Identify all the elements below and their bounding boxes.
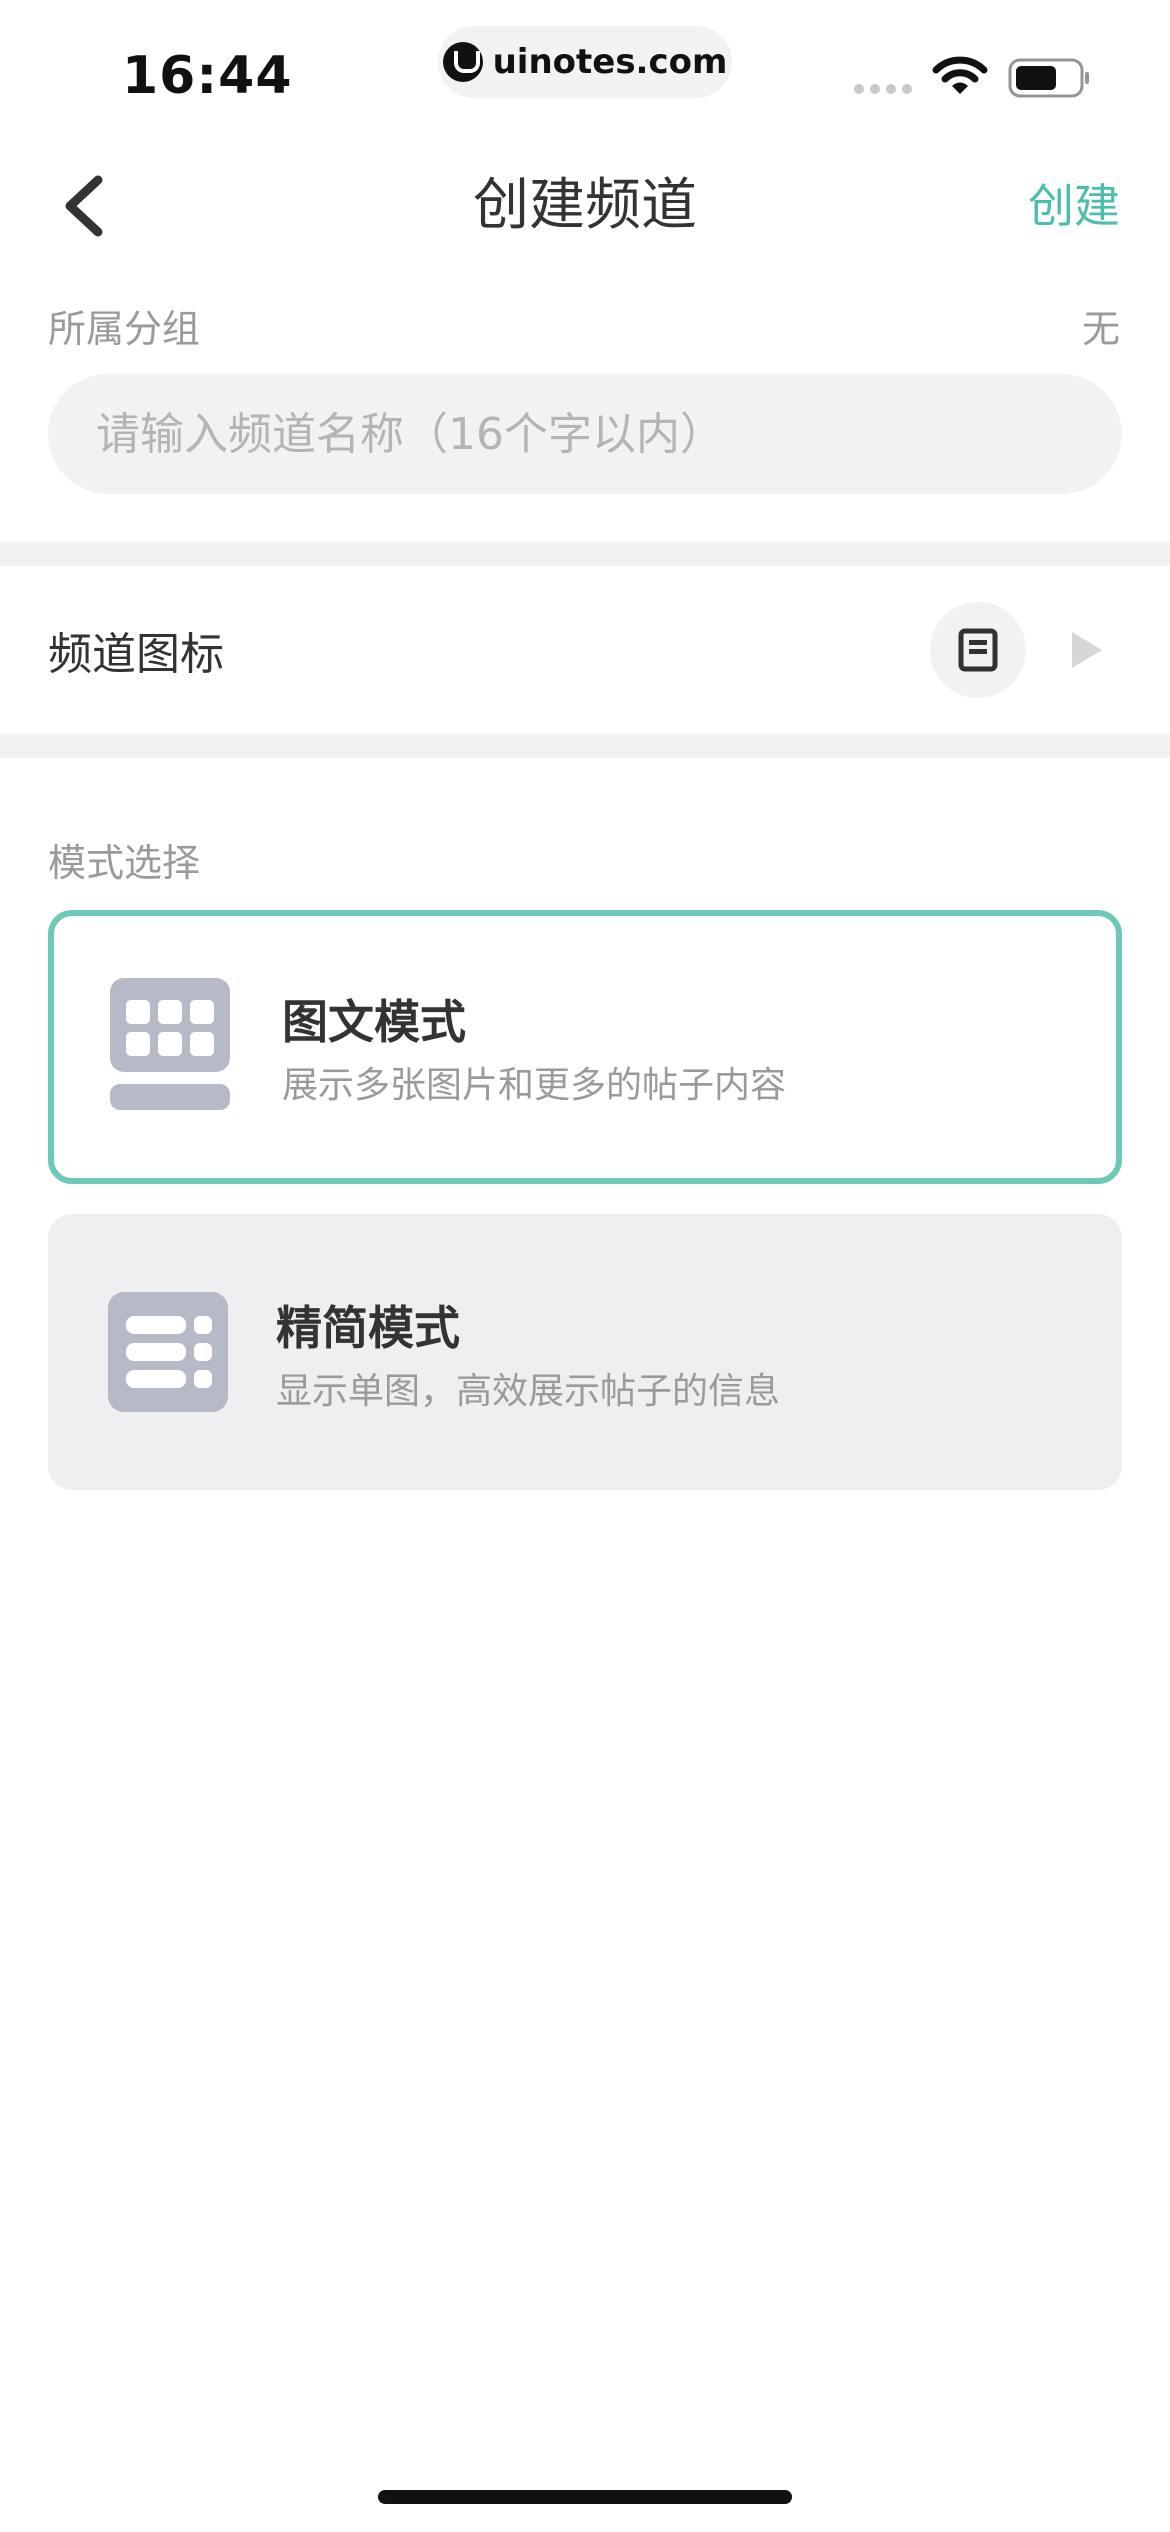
signal-icon xyxy=(854,84,912,94)
battery-icon xyxy=(1008,58,1089,98)
mode-option-image-text[interactable]: 图文模式 展示多张图片和更多的帖子内容 xyxy=(48,910,1122,1184)
document-icon xyxy=(958,628,998,672)
mode-section-label: 模式选择 xyxy=(48,841,201,885)
page-title: 创建频道 xyxy=(473,173,697,238)
section-divider xyxy=(0,734,1170,758)
group-label: 所属分组 xyxy=(48,307,201,351)
channel-name-input[interactable] xyxy=(48,374,1122,494)
mode-option-compact[interactable]: 精简模式 显示单图，高效展示帖子的信息 xyxy=(48,1214,1122,1490)
mode-title: 图文模式 xyxy=(282,995,466,1049)
section-divider xyxy=(0,542,1170,566)
create-button[interactable]: 创建 xyxy=(1028,168,1120,244)
url-text: uinotes.com xyxy=(492,42,728,82)
list-icon xyxy=(108,1292,228,1412)
site-logo-icon xyxy=(442,42,483,82)
group-value[interactable]: 无 xyxy=(1082,298,1120,353)
status-time: 16:44 xyxy=(122,46,293,106)
channel-icon-picker[interactable] xyxy=(930,602,1026,698)
mode-description: 展示多张图片和更多的帖子内容 xyxy=(282,1065,787,1106)
chevron-left-icon xyxy=(65,175,103,237)
mode-title: 精简模式 xyxy=(276,1301,460,1355)
mode-description: 显示单图，高效展示帖子的信息 xyxy=(276,1371,781,1412)
wifi-icon xyxy=(932,56,988,94)
grid-icon xyxy=(110,978,230,1110)
url-badge: uinotes.com xyxy=(438,26,732,98)
back-button[interactable] xyxy=(56,168,116,244)
triangle-right-icon[interactable] xyxy=(1072,632,1102,668)
home-indicator[interactable] xyxy=(378,2490,792,2504)
channel-icon-label: 频道图标 xyxy=(48,629,224,680)
